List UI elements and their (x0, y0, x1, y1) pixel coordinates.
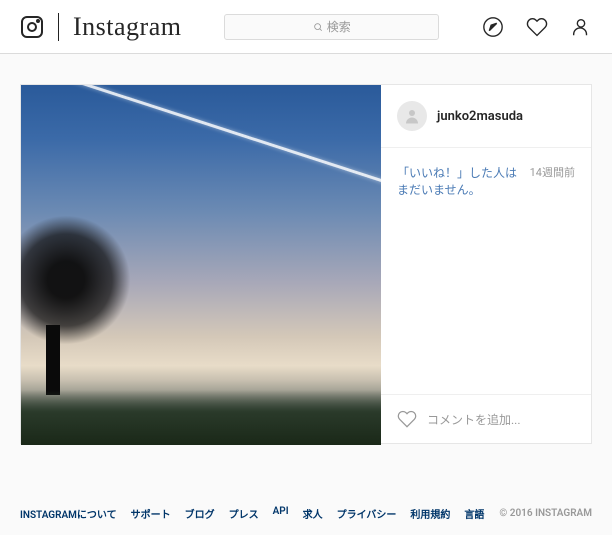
post-sidebar: junko2masuda 「いいね！」した人はまだいません。 14週間前 コメン… (381, 85, 591, 443)
footer-api[interactable]: API (273, 506, 289, 521)
search-wrap: 検索 (199, 14, 464, 40)
footer-blog[interactable]: ブログ (185, 506, 215, 521)
activity-icon[interactable] (526, 16, 548, 38)
post-body: 「いいね！」した人はまだいません。 14週間前 (381, 148, 591, 394)
copyright: © 2016 INSTAGRAM (499, 508, 592, 519)
comment-placeholder: コメントを追加... (427, 411, 521, 428)
instagram-icon (20, 15, 44, 39)
footer-links: INSTAGRAMについて サポート ブログ プレス API 求人 プライバシー… (20, 506, 484, 521)
search-input[interactable]: 検索 (224, 14, 439, 40)
image-tree (21, 215, 141, 395)
logo-block[interactable]: Instagram (20, 12, 181, 42)
username-link[interactable]: junko2masuda (437, 109, 523, 124)
profile-icon[interactable] (570, 16, 592, 38)
footer-about[interactable]: INSTAGRAMについて (20, 506, 117, 521)
likes-row: 「いいね！」した人はまだいません。 14週間前 (397, 164, 575, 198)
logo-divider (58, 13, 59, 41)
footer-language[interactable]: 言語 (464, 506, 484, 521)
explore-icon[interactable] (482, 16, 504, 38)
nav-icons (482, 16, 592, 38)
post-area: junko2masuda 「いいね！」した人はまだいません。 14週間前 コメン… (0, 54, 612, 444)
search-placeholder: 検索 (327, 18, 351, 35)
footer-jobs[interactable]: 求人 (303, 506, 323, 521)
wordmark: Instagram (73, 12, 181, 42)
avatar-placeholder-icon (403, 107, 421, 125)
avatar[interactable] (397, 101, 427, 131)
post-card: junko2masuda 「いいね！」した人はまだいません。 14週間前 コメン… (20, 84, 592, 444)
heart-icon[interactable] (397, 409, 417, 429)
footer: INSTAGRAMについて サポート ブログ プレス API 求人 プライバシー… (0, 492, 612, 535)
footer-terms[interactable]: 利用規約 (410, 506, 450, 521)
footer-press[interactable]: プレス (229, 506, 259, 521)
image-hills (21, 390, 381, 445)
post-image[interactable] (21, 85, 381, 445)
comment-section[interactable]: コメントを追加... (381, 394, 591, 443)
timestamp: 14週間前 (530, 164, 575, 198)
search-icon (313, 22, 323, 32)
likes-text[interactable]: 「いいね！」した人はまだいません。 (397, 164, 522, 198)
post-header: junko2masuda (381, 85, 591, 148)
footer-support[interactable]: サポート (131, 506, 171, 521)
top-nav: Instagram 検索 (0, 0, 612, 54)
footer-privacy[interactable]: プライバシー (337, 506, 397, 521)
